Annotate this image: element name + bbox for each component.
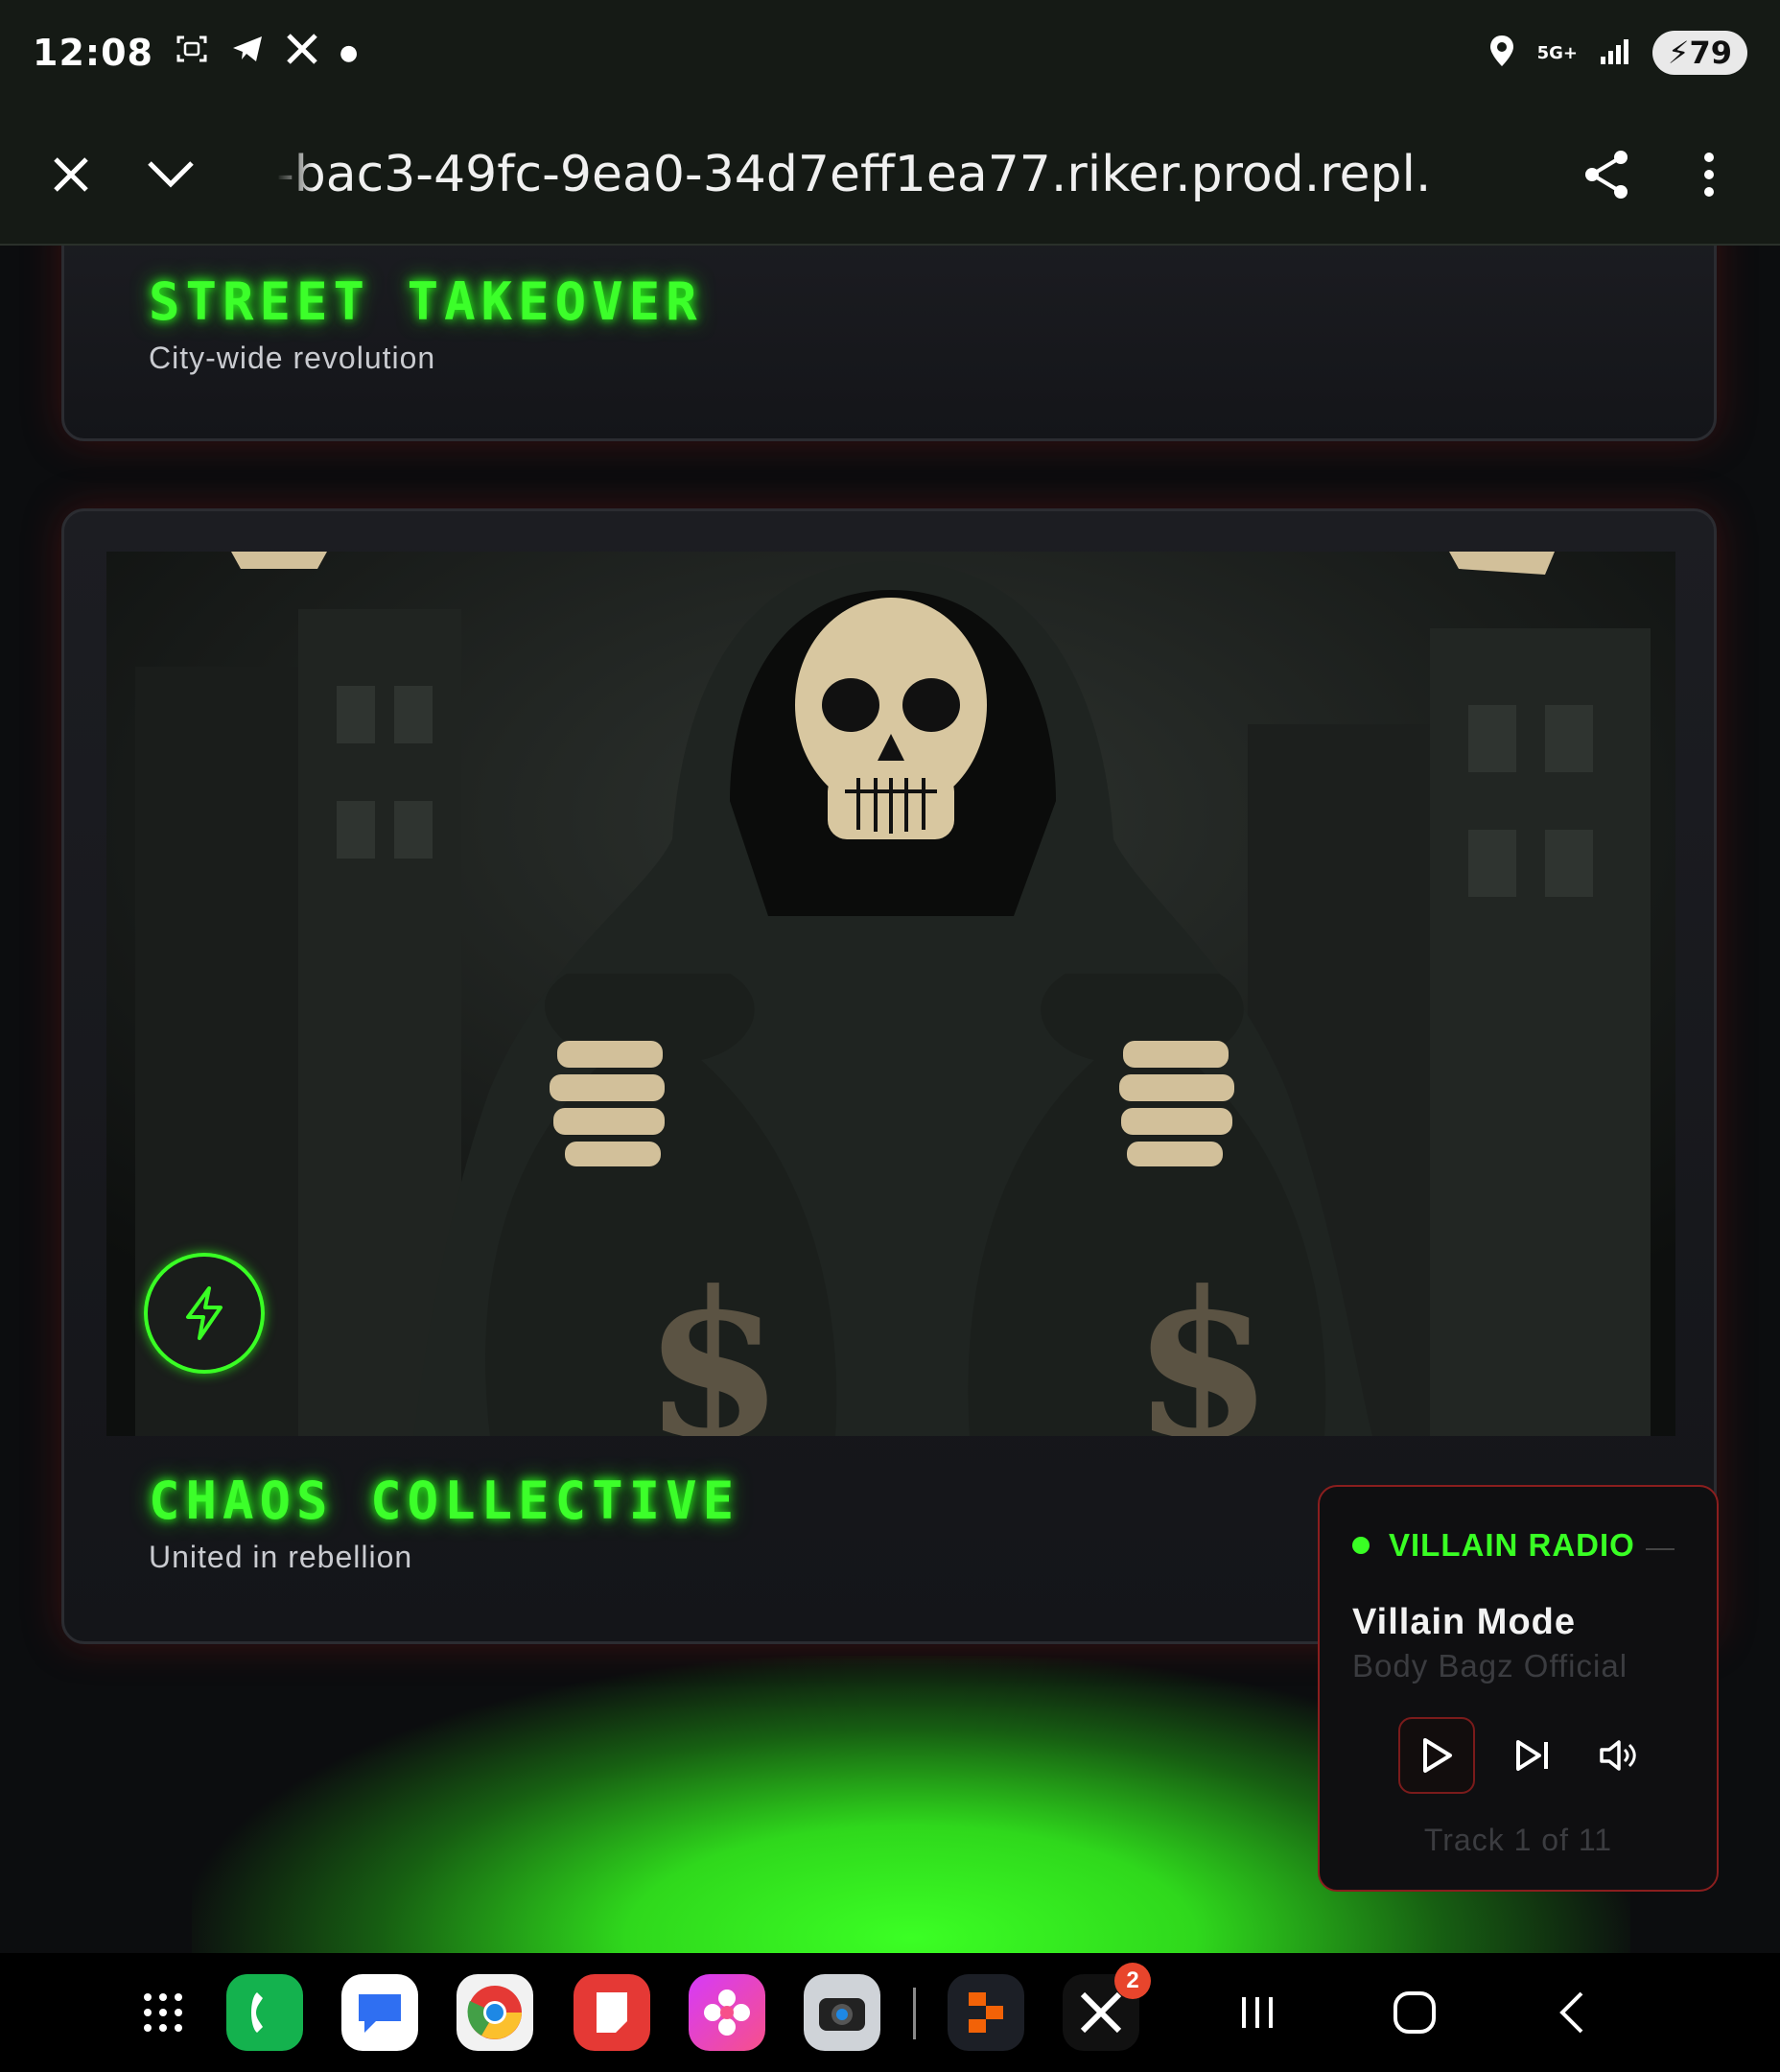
chevron-down-icon: [148, 161, 194, 188]
card-title: CHAOS COLLECTIVE: [149, 1471, 740, 1531]
phone-app[interactable]: [226, 1974, 303, 2051]
signal-icon: [1599, 35, 1631, 71]
replit-icon: [969, 1992, 1003, 2033]
status-right: 5G+ ⚡79: [1487, 31, 1747, 75]
next-track-button[interactable]: [1504, 1727, 1561, 1784]
gang-card-street-takeover[interactable]: STREET TAKEOVER City-wide revolution: [61, 246, 1717, 441]
phone-icon: [251, 1992, 263, 2033]
player-controls: [1398, 1717, 1648, 1794]
camera-app[interactable]: [804, 1974, 880, 2051]
replit-app[interactable]: [948, 1974, 1024, 2051]
close-tab-button[interactable]: [31, 134, 111, 215]
live-indicator: [1352, 1537, 1370, 1554]
url-fade: [276, 140, 315, 209]
status-left: 12:08 ●: [33, 32, 358, 75]
share-icon: [1585, 151, 1628, 199]
x-logo-icon: [1080, 1991, 1122, 2034]
chrome-app[interactable]: [457, 1974, 533, 2051]
dock-separator: [913, 1988, 916, 2039]
messages-app[interactable]: [341, 1974, 418, 2051]
power-badge: [144, 1253, 265, 1374]
x-app[interactable]: 2: [1063, 1963, 1151, 2051]
svg-text:$: $: [644, 1247, 784, 1436]
volume-button[interactable]: [1590, 1727, 1648, 1784]
chrome-icon: [467, 1986, 522, 2039]
app-drawer-button[interactable]: [125, 1974, 201, 2051]
recents-button[interactable]: [1224, 1982, 1291, 2043]
play-icon: [1423, 1738, 1452, 1773]
skip-next-icon: [1516, 1740, 1548, 1771]
more-vert-icon: [1704, 153, 1714, 197]
url-field[interactable]: -bac3-49fc-9ea0-34d7eff1ea77.riker.prod.…: [276, 140, 1427, 209]
gallery-app[interactable]: [689, 1974, 765, 2051]
play-button[interactable]: [1398, 1717, 1475, 1794]
gang-card-chaos-collective[interactable]: $ $ CHAOS COLLECTIVE United in rebellion: [61, 508, 1717, 1644]
track-title: Villain Mode: [1352, 1602, 1577, 1642]
reaper-artwork: $ $: [106, 552, 1675, 1436]
browser-toolbar: -bac3-49fc-9ea0-34d7eff1ea77.riker.prod.…: [0, 106, 1780, 246]
back-button[interactable]: [1538, 1982, 1605, 2043]
notification-badge: 2: [1114, 1963, 1151, 1999]
villain-radio-player: VILLAIN RADIO Villain Mode Body Bagz Off…: [1318, 1485, 1719, 1892]
share-button[interactable]: [1567, 134, 1648, 215]
card-subtitle: City-wide revolution: [149, 341, 436, 375]
svg-text:$: $: [1133, 1247, 1273, 1436]
radio-label: VILLAIN RADIO: [1389, 1527, 1635, 1563]
reaper-illustration: $ $: [106, 552, 1675, 1436]
track-artist: Body Bagz Official: [1352, 1648, 1628, 1684]
camera-icon: [819, 1998, 865, 2031]
network-label: 5G+: [1536, 42, 1578, 63]
location-icon: [1487, 34, 1516, 73]
home-icon: [1394, 1991, 1436, 2034]
status-bar: 12:08 ● 5G+ ⚡79: [0, 0, 1780, 106]
home-button[interactable]: [1381, 1982, 1448, 2043]
telegram-icon: [230, 32, 265, 75]
more-options-button[interactable]: [1669, 134, 1749, 215]
notes-app[interactable]: [574, 1974, 650, 2051]
flower-icon: [704, 1990, 750, 2036]
battery-level: 79: [1689, 35, 1732, 71]
screenshot-icon: [175, 32, 209, 75]
volume-icon: [1600, 1740, 1636, 1771]
x-app-icon: [286, 33, 318, 74]
track-counter: Track 1 of 11: [1423, 1823, 1613, 1857]
system-navbar: 2: [0, 1953, 1780, 2072]
chat-bubble-icon: [359, 1994, 401, 2033]
notification-dot-icon: ●: [339, 40, 359, 65]
collapse-button[interactable]: [130, 134, 211, 215]
card-title: STREET TAKEOVER: [149, 271, 703, 332]
back-arrow-icon: [1559, 1991, 1583, 2034]
card-subtitle: United in rebellion: [149, 1540, 413, 1574]
notes-icon: [597, 1992, 627, 2033]
radio-header: VILLAIN RADIO: [1352, 1527, 1635, 1564]
clock: 12:08: [33, 32, 153, 74]
recents-icon: [1242, 1997, 1273, 2028]
grid-dots-icon: [144, 1993, 182, 2032]
close-icon: [54, 157, 88, 192]
minimize-button[interactable]: [1646, 1548, 1675, 1550]
lightning-bolt-icon: [186, 1286, 222, 1340]
battery-indicator: ⚡79: [1652, 31, 1747, 75]
